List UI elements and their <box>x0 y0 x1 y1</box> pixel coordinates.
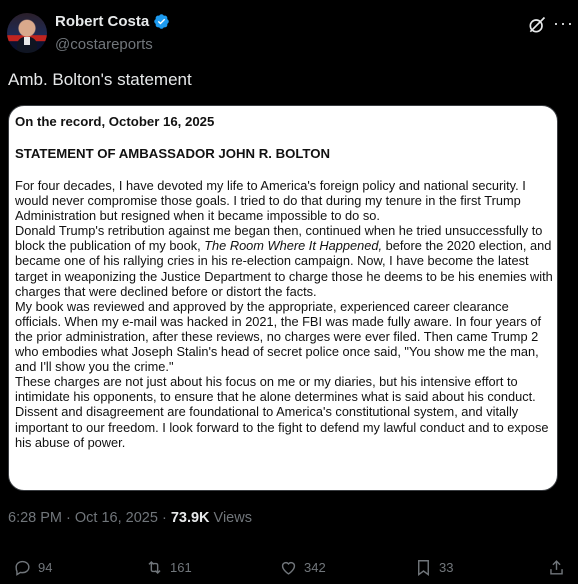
views-label: Views <box>209 510 252 526</box>
share-button[interactable] <box>547 558 566 577</box>
grok-icon[interactable] <box>527 15 547 35</box>
meta-separator: · <box>62 510 75 526</box>
like-icon <box>281 561 296 575</box>
reply-icon <box>15 560 30 576</box>
reply-button[interactable]: 94 <box>13 558 52 577</box>
tweet-time[interactable]: 6:28 PM <box>8 510 62 526</box>
repost-icon <box>148 560 161 575</box>
bookmark-count: 33 <box>439 560 454 575</box>
tweet-header: Robert Costa @costareports ··· <box>0 0 578 64</box>
avatar[interactable] <box>7 13 47 53</box>
book-title: The Room Where It Happened, <box>204 238 383 254</box>
reply-count: 94 <box>38 560 53 575</box>
repost-count: 161 <box>170 560 192 575</box>
tweet-meta: 6:28 PM · Oct 16, 2025 · 73.9K Views <box>8 510 252 526</box>
share-icon <box>550 560 563 575</box>
meta-separator: · <box>157 510 171 526</box>
statement-dateline: On the record, October 16, 2025 <box>15 114 215 129</box>
author-name-row: Robert Costa <box>55 13 170 30</box>
bookmark-button[interactable]: 33 <box>414 558 453 577</box>
verified-badge-icon <box>154 14 169 29</box>
tweet-date[interactable]: Oct 16, 2025 <box>75 510 158 526</box>
avatar-collar <box>24 37 30 45</box>
statement-title: STATEMENT OF AMBASSADOR JOHN R. BOLTON <box>15 146 331 161</box>
statement-image[interactable]: On the record, October 16, 2025 STATEMEN… <box>8 105 558 491</box>
statement-paragraph: Donald Trump's retribution against me be… <box>15 223 553 298</box>
like-button[interactable]: 342 <box>279 558 326 577</box>
more-icon[interactable]: ··· <box>553 13 574 33</box>
bookmark-icon <box>418 560 429 577</box>
repost-button[interactable]: 161 <box>145 558 192 577</box>
statement-body: For four decades, I have devoted my life… <box>15 178 553 450</box>
author-name[interactable]: Robert Costa <box>55 13 149 30</box>
like-count: 342 <box>304 560 326 575</box>
statement-paragraph: For four decades, I have devoted my life… <box>15 178 526 224</box>
view-count: 73.9K <box>170 510 210 526</box>
tweet-text: Amb. Bolton's statement <box>8 70 192 89</box>
author-handle[interactable]: @costareports <box>55 36 153 53</box>
action-bar: 94 161 342 33 <box>0 558 578 582</box>
statement-paragraph: These charges are not just about his foc… <box>15 374 549 450</box>
statement-paragraph: My book was reviewed and approved by the… <box>15 298 542 375</box>
